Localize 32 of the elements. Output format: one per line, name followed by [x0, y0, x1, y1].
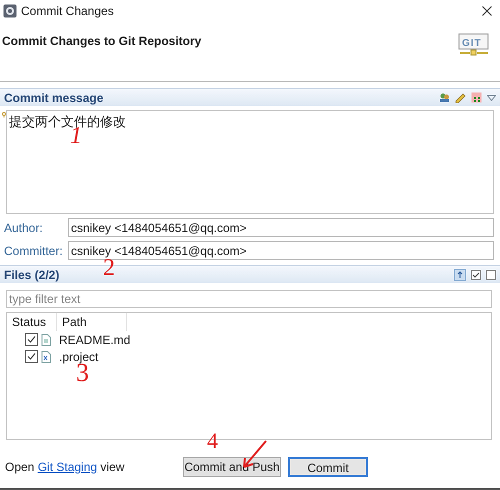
field-label: Committer: [4, 242, 64, 260]
xml-file-icon [41, 350, 51, 362]
sort-icon[interactable] [454, 268, 466, 280]
logo-text: GIT [462, 38, 482, 49]
people-icon[interactable] [439, 92, 450, 103]
default-button[interactable]: Commit [288, 457, 368, 477]
section-title: Files (2/2) [4, 266, 60, 284]
filter-field[interactable]: type filter text [6, 290, 492, 308]
section-title: Commit message [4, 90, 104, 106]
file-path[interactable]: README.md [59, 330, 130, 348]
annotation-number: 4 [207, 430, 218, 452]
column-header[interactable]: Status [7, 313, 57, 331]
field-label: Author: [4, 220, 44, 236]
document-icon [41, 334, 51, 346]
dropdown-arrow-icon[interactable] [487, 94, 496, 100]
logo-drawing [458, 34, 489, 56]
footer-text: Open Git Staging view [5, 459, 126, 476]
window-title: Commit Changes [21, 3, 115, 20]
app-icon [3, 4, 17, 18]
dialog-heading: Commit Changes to Git Repository [2, 33, 202, 50]
identity-field[interactable]: csnikey <1484054651@qq.com> [68, 241, 494, 260]
grid-icon[interactable] [471, 92, 482, 103]
checkbox-empty-icon[interactable] [486, 270, 496, 280]
pencil-icon[interactable] [455, 92, 466, 103]
lightbulb-icon [2, 112, 6, 118]
checkbox-checked-icon[interactable] [471, 270, 481, 280]
file-checkbox[interactable] [25, 350, 38, 363]
file-checkbox[interactable] [25, 333, 38, 346]
close-icon[interactable] [482, 6, 492, 16]
column-header[interactable]: Path [57, 313, 127, 331]
git-staging-link[interactable]: Git Staging [38, 460, 98, 474]
identity-field[interactable]: csnikey <1484054651@qq.com> [68, 218, 494, 237]
